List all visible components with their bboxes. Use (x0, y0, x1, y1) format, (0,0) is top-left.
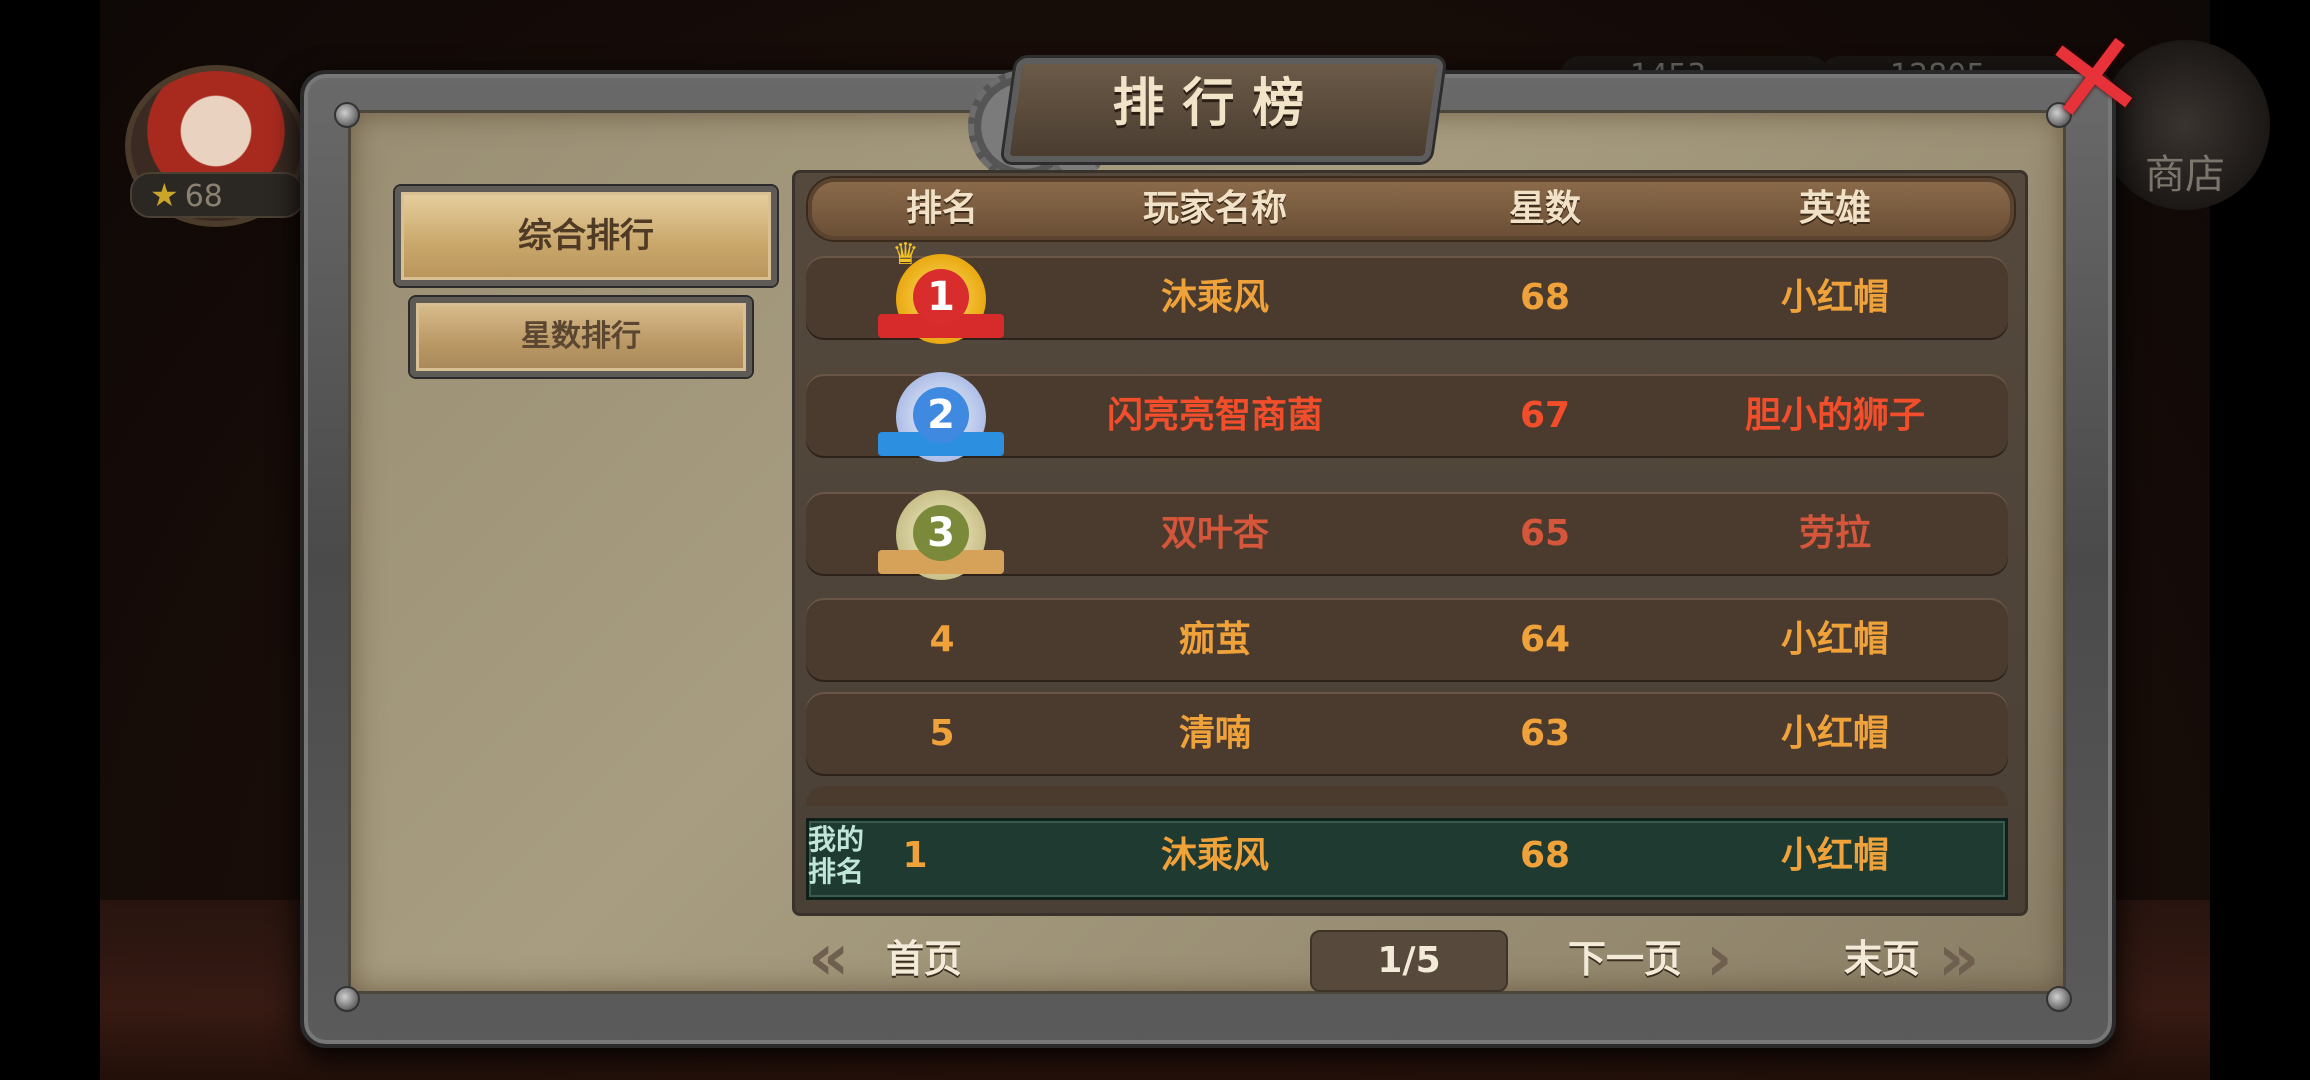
row-player-name: 痂茧 (1178, 619, 1251, 660)
my-rank-value: 1 (902, 835, 928, 876)
row-rank: 2 (913, 387, 969, 443)
row-hero: 胆小的狮子 (1744, 395, 1925, 436)
first-page-arrow-icon[interactable]: « (808, 926, 888, 990)
frame-bolt (334, 102, 360, 128)
row-hero: 小红帽 (1780, 277, 1889, 318)
page-title: 排行榜 (1112, 74, 1323, 134)
tab-overall-ranking[interactable]: 综合排行 (395, 186, 777, 286)
row-stars: 68 (1519, 277, 1571, 318)
first-page-button[interactable]: 首页 (886, 928, 996, 990)
my-rank-label: 我的 排名 (808, 824, 878, 894)
star-icon: ★ (150, 176, 179, 214)
row-rank: 3 (913, 505, 969, 561)
row-rank: 4 (929, 619, 955, 660)
row-hero: 小红帽 (1780, 713, 1889, 754)
frame-bolt (334, 986, 360, 1012)
column-header-stars: 星数 (1508, 188, 1581, 229)
column-header-hero: 英雄 (1798, 188, 1871, 229)
column-header-rank: 排名 (905, 188, 978, 229)
row-hero: 小红帽 (1780, 619, 1889, 660)
my-rank-label-line1: 我的 (808, 823, 865, 856)
column-header-player-name: 玩家名称 (1142, 188, 1287, 229)
last-page-button[interactable]: 末页 (1844, 928, 1944, 990)
frame-bolt (2046, 986, 2072, 1012)
next-page-button[interactable]: 下一页 (1568, 928, 1708, 990)
row-stars: 63 (1519, 713, 1571, 754)
shop-label: 商店 (2145, 152, 2225, 198)
close-icon[interactable]: ✕ (2033, 4, 2157, 156)
row-stars: 67 (1519, 395, 1571, 436)
my-stars: 68 (1519, 835, 1571, 876)
row-player-name: 闪亮亮智商菌 (1106, 395, 1323, 436)
player-star-value: 68 (184, 179, 223, 214)
player-star-count: ★ 68 (130, 172, 304, 218)
row-player-name: 沐乘风 (1160, 277, 1269, 318)
my-player-name: 沐乘风 (1160, 835, 1269, 876)
table-row-partial (806, 786, 2008, 806)
next-page-arrow-icon[interactable]: › (1706, 927, 1756, 991)
row-stars: 65 (1519, 513, 1571, 554)
row-rank: 1 (913, 269, 969, 325)
last-page-arrow-icon[interactable]: » (1938, 927, 2008, 991)
page-indicator: 1/5 (1310, 930, 1508, 992)
silver-medal-icon: 2 (878, 372, 1004, 462)
row-stars: 64 (1519, 619, 1571, 660)
bronze-medal-icon: 3 (878, 490, 1004, 580)
row-hero: 劳拉 (1798, 513, 1871, 554)
row-player-name: 清喃 (1178, 713, 1251, 754)
tab-star-ranking[interactable]: 星数排行 (410, 297, 752, 377)
row-rank: 5 (929, 713, 955, 754)
row-player-name: 双叶杏 (1160, 513, 1269, 554)
my-hero: 小红帽 (1780, 835, 1889, 876)
my-rank-label-line2: 排名 (808, 855, 865, 888)
gold-medal-icon: ♛ 1 (878, 240, 1004, 344)
